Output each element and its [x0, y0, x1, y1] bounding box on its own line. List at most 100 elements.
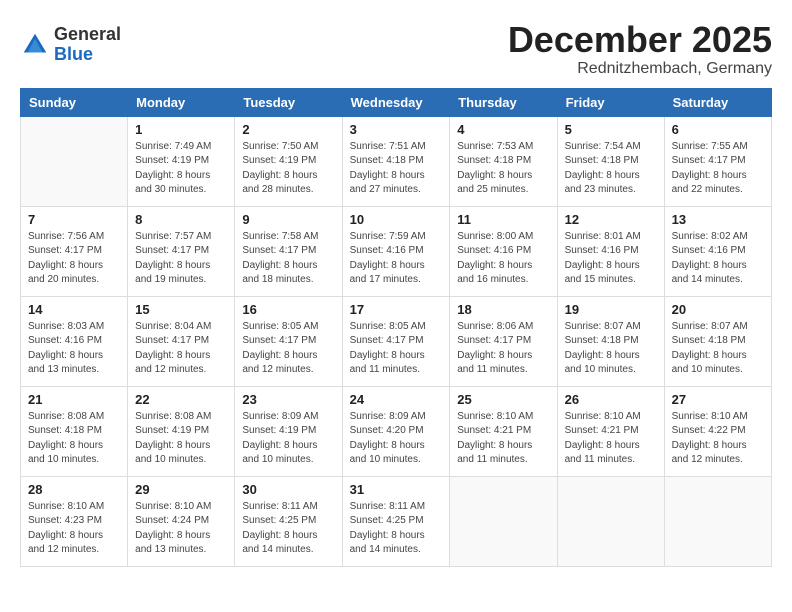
day-number: 7: [28, 212, 120, 227]
day-info: Sunrise: 8:10 AM Sunset: 4:21 PM Dayligh…: [457, 410, 549, 468]
day-info: Sunrise: 8:07 AM Sunset: 4:18 PM Dayligh…: [672, 320, 764, 378]
page-header: General Blue December 2025 Rednitzhembac…: [20, 20, 772, 78]
day-info: Sunrise: 7:50 AM Sunset: 4:19 PM Dayligh…: [242, 140, 334, 198]
calendar-cell: 29 Sunrise: 8:10 AM Sunset: 4:24 PM Dayli…: [128, 476, 235, 566]
weekday-header: Saturday: [664, 88, 771, 116]
calendar-cell: 30Sunrise: 8:11 AM Sunset: 4:25 PM Dayli…: [235, 476, 342, 566]
calendar-cell: 17Sunrise: 8:05 AM Sunset: 4:17 PM Dayli…: [342, 296, 450, 386]
day-number: 30: [242, 482, 334, 497]
day-number: 15: [135, 302, 227, 317]
logo-text: General Blue: [54, 25, 121, 65]
title-block: December 2025 Rednitzhembach, Germany: [508, 20, 772, 78]
calendar-cell: 9Sunrise: 7:58 AM Sunset: 4:17 PM Daylig…: [235, 206, 342, 296]
location: Rednitzhembach, Germany: [508, 60, 772, 78]
day-info: Sunrise: 8:02 AM Sunset: 4:16 PM Dayligh…: [672, 230, 764, 288]
calendar-cell: 15Sunrise: 8:04 AM Sunset: 4:17 PM Dayli…: [128, 296, 235, 386]
day-number: 31: [350, 482, 443, 497]
calendar-cell: 18 Sunrise: 8:06 AM Sunset: 4:17 PM Dayli…: [450, 296, 557, 386]
day-number: 5: [565, 122, 657, 137]
calendar-week-row: 28Sunrise: 8:10 AM Sunset: 4:23 PM Dayli…: [21, 476, 772, 566]
weekday-header: Thursday: [450, 88, 557, 116]
calendar-cell: 23 Sunrise: 8:09 AM Sunset: 4:19 PM Dayli…: [235, 386, 342, 476]
day-number: 6: [672, 122, 764, 137]
calendar-cell: 14 Sunrise: 8:03 AM Sunset: 4:16 PM Dayli…: [21, 296, 128, 386]
day-number: 4: [457, 122, 549, 137]
day-info: Sunrise: 8:06 AM Sunset: 4:17 PM Dayligh…: [457, 320, 549, 378]
day-number: 14: [28, 302, 120, 317]
day-number: 3: [350, 122, 443, 137]
day-info: Sunrise: 8:05 AM Sunset: 4:17 PM Dayligh…: [350, 320, 443, 378]
day-info: Sunrise: 7:58 AM Sunset: 4:17 PM Dayligh…: [242, 230, 334, 288]
weekday-header: Sunday: [21, 88, 128, 116]
day-info: Sunrise: 8:01 AM Sunset: 4:16 PM Dayligh…: [565, 230, 657, 288]
day-number: 23: [242, 392, 334, 407]
calendar-header-row: SundayMondayTuesdayWednesdayThursdayFrid…: [21, 88, 772, 116]
calendar-cell: 13Sunrise: 8:02 AM Sunset: 4:16 PM Dayli…: [664, 206, 771, 296]
day-number: 19: [565, 302, 657, 317]
calendar-cell: 5 Sunrise: 7:54 AM Sunset: 4:18 PM Daylig…: [557, 116, 664, 206]
day-number: 12: [565, 212, 657, 227]
calendar-cell: 25 Sunrise: 8:10 AM Sunset: 4:21 PM Dayli…: [450, 386, 557, 476]
calendar-cell: 26 Sunrise: 8:10 AM Sunset: 4:21 PM Dayli…: [557, 386, 664, 476]
day-number: 1: [135, 122, 227, 137]
calendar-week-row: 21 Sunrise: 8:08 AM Sunset: 4:18 PM Dayli…: [21, 386, 772, 476]
calendar-cell: 12 Sunrise: 8:01 AM Sunset: 4:16 PM Dayli…: [557, 206, 664, 296]
calendar-cell: 7 Sunrise: 7:56 AM Sunset: 4:17 PM Daylig…: [21, 206, 128, 296]
day-number: 28: [28, 482, 120, 497]
calendar-cell: [557, 476, 664, 566]
calendar-table: SundayMondayTuesdayWednesdayThursdayFrid…: [20, 88, 772, 567]
calendar-cell: [21, 116, 128, 206]
weekday-header: Monday: [128, 88, 235, 116]
calendar-cell: 1 Sunrise: 7:49 AM Sunset: 4:19 PM Daylig…: [128, 116, 235, 206]
day-info: Sunrise: 7:53 AM Sunset: 4:18 PM Dayligh…: [457, 140, 549, 198]
calendar-cell: 8Sunrise: 7:57 AM Sunset: 4:17 PM Daylig…: [128, 206, 235, 296]
day-info: Sunrise: 7:54 AM Sunset: 4:18 PM Dayligh…: [565, 140, 657, 198]
day-info: Sunrise: 8:05 AM Sunset: 4:17 PM Dayligh…: [242, 320, 334, 378]
calendar-cell: 16 Sunrise: 8:05 AM Sunset: 4:17 PM Dayli…: [235, 296, 342, 386]
calendar-week-row: 14 Sunrise: 8:03 AM Sunset: 4:16 PM Dayli…: [21, 296, 772, 386]
logo: General Blue: [20, 25, 121, 65]
day-info: Sunrise: 8:10 AM Sunset: 4:22 PM Dayligh…: [672, 410, 764, 468]
day-info: Sunrise: 8:03 AM Sunset: 4:16 PM Dayligh…: [28, 320, 120, 378]
day-number: 11: [457, 212, 549, 227]
calendar-cell: 24Sunrise: 8:09 AM Sunset: 4:20 PM Dayli…: [342, 386, 450, 476]
calendar-week-row: 1 Sunrise: 7:49 AM Sunset: 4:19 PM Daylig…: [21, 116, 772, 206]
day-number: 26: [565, 392, 657, 407]
day-info: Sunrise: 8:10 AM Sunset: 4:21 PM Dayligh…: [565, 410, 657, 468]
day-number: 16: [242, 302, 334, 317]
day-number: 21: [28, 392, 120, 407]
day-number: 18: [457, 302, 549, 317]
day-info: Sunrise: 7:51 AM Sunset: 4:18 PM Dayligh…: [350, 140, 443, 198]
day-info: Sunrise: 8:09 AM Sunset: 4:19 PM Dayligh…: [242, 410, 334, 468]
calendar-cell: 11 Sunrise: 8:00 AM Sunset: 4:16 PM Dayli…: [450, 206, 557, 296]
calendar-cell: 19Sunrise: 8:07 AM Sunset: 4:18 PM Dayli…: [557, 296, 664, 386]
weekday-header: Wednesday: [342, 88, 450, 116]
day-number: 22: [135, 392, 227, 407]
weekday-header: Tuesday: [235, 88, 342, 116]
day-number: 29: [135, 482, 227, 497]
day-info: Sunrise: 8:10 AM Sunset: 4:24 PM Dayligh…: [135, 500, 227, 558]
day-number: 25: [457, 392, 549, 407]
calendar-week-row: 7 Sunrise: 7:56 AM Sunset: 4:17 PM Daylig…: [21, 206, 772, 296]
day-number: 20: [672, 302, 764, 317]
day-info: Sunrise: 7:56 AM Sunset: 4:17 PM Dayligh…: [28, 230, 120, 288]
day-info: Sunrise: 8:11 AM Sunset: 4:25 PM Dayligh…: [350, 500, 443, 558]
calendar-cell: 21 Sunrise: 8:08 AM Sunset: 4:18 PM Dayli…: [21, 386, 128, 476]
day-number: 24: [350, 392, 443, 407]
day-number: 27: [672, 392, 764, 407]
day-number: 10: [350, 212, 443, 227]
day-info: Sunrise: 7:59 AM Sunset: 4:16 PM Dayligh…: [350, 230, 443, 288]
calendar-cell: 27 Sunrise: 8:10 AM Sunset: 4:22 PM Dayli…: [664, 386, 771, 476]
calendar-cell: 6 Sunrise: 7:55 AM Sunset: 4:17 PM Daylig…: [664, 116, 771, 206]
weekday-header: Friday: [557, 88, 664, 116]
calendar-cell: 20 Sunrise: 8:07 AM Sunset: 4:18 PM Dayli…: [664, 296, 771, 386]
calendar-cell: 28Sunrise: 8:10 AM Sunset: 4:23 PM Dayli…: [21, 476, 128, 566]
month-title: December 2025: [508, 20, 772, 60]
day-info: Sunrise: 7:49 AM Sunset: 4:19 PM Dayligh…: [135, 140, 227, 198]
calendar-cell: 10 Sunrise: 7:59 AM Sunset: 4:16 PM Dayli…: [342, 206, 450, 296]
calendar-cell: 4 Sunrise: 7:53 AM Sunset: 4:18 PM Daylig…: [450, 116, 557, 206]
day-info: Sunrise: 8:08 AM Sunset: 4:18 PM Dayligh…: [28, 410, 120, 468]
day-info: Sunrise: 8:00 AM Sunset: 4:16 PM Dayligh…: [457, 230, 549, 288]
day-info: Sunrise: 8:08 AM Sunset: 4:19 PM Dayligh…: [135, 410, 227, 468]
day-info: Sunrise: 7:55 AM Sunset: 4:17 PM Dayligh…: [672, 140, 764, 198]
